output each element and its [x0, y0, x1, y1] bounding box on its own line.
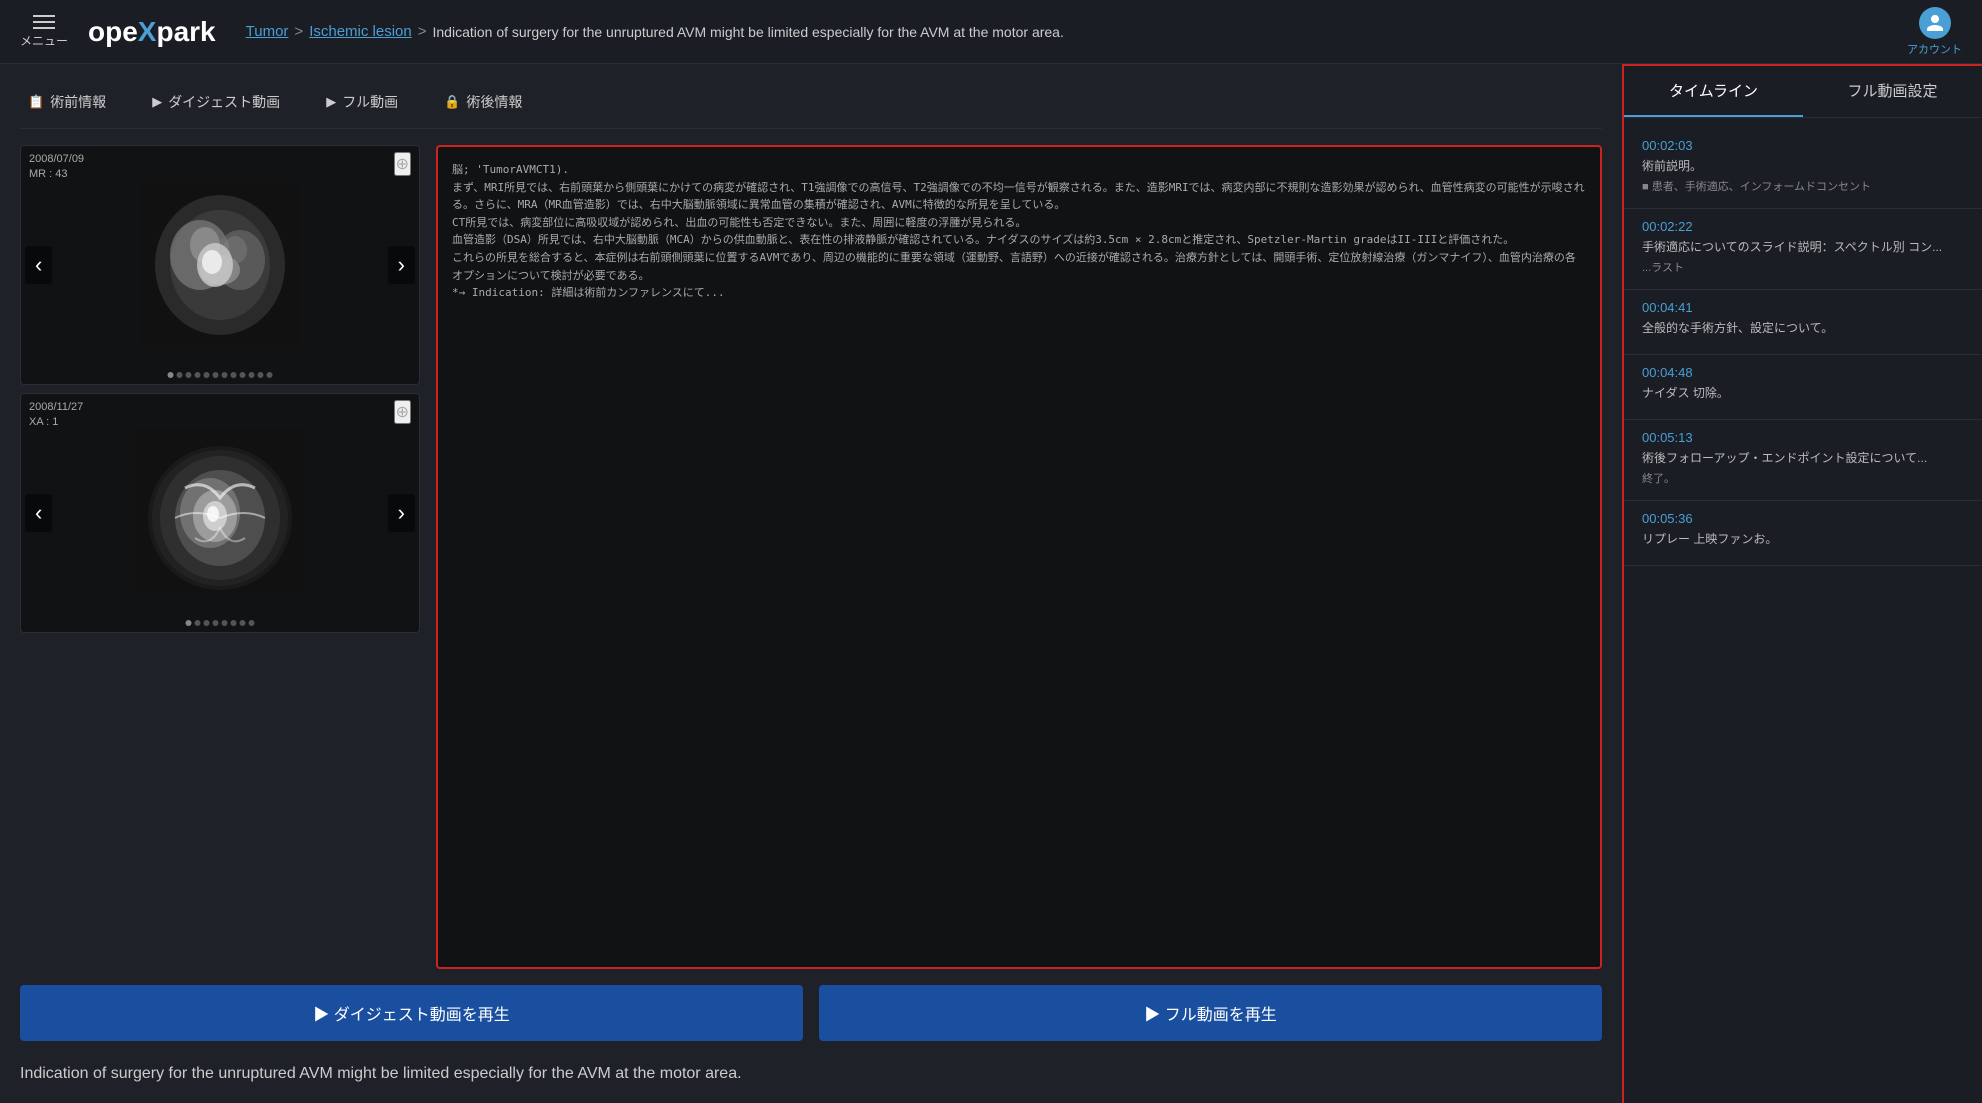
- breadcrumb-ischemic[interactable]: Ischemic lesion: [309, 23, 412, 40]
- breadcrumb-tumor[interactable]: Tumor: [246, 23, 289, 40]
- timeline-desc-4: 術後フォローアップ・エンドポイント設定について...: [1642, 449, 1964, 467]
- play-icon-full: ▶: [326, 94, 336, 110]
- prev-button-2[interactable]: ‹: [25, 494, 52, 532]
- timeline-sub-0: ■ 患者、手術適応、インフォームドコンセント: [1642, 178, 1964, 194]
- play-buttons: ▶ ダイジェスト動画を再生 ▶ フル動画を再生: [20, 985, 1602, 1041]
- image-dots-2: [186, 620, 255, 626]
- logo-park: park: [156, 16, 215, 47]
- tab-timeline[interactable]: タイムライン: [1624, 66, 1803, 117]
- account-button[interactable]: アカウント: [1907, 7, 1962, 57]
- sidebar-tabs: タイムライン フル動画設定: [1624, 66, 1982, 118]
- main-layout: 📋 術前情報 ▶ ダイジェスト動画 ▶ フル動画 🔒 術後情報: [0, 64, 1982, 1103]
- next-button-1[interactable]: ›: [388, 246, 415, 284]
- play-digest-button[interactable]: ▶ ダイジェスト動画を再生: [20, 985, 803, 1041]
- clipboard-icon: 📋: [28, 94, 44, 110]
- menu-button[interactable]: メニュー: [20, 15, 68, 49]
- timeline-list: 00:02:03 術前説明。 ■ 患者、手術適応、インフォームドコンセント 00…: [1624, 118, 1982, 1103]
- tab-postop[interactable]: 🔒 術後情報: [436, 88, 530, 116]
- timeline-desc-0: 術前説明。: [1642, 157, 1964, 175]
- timeline-item-5[interactable]: 00:05:36 リプレー 上映ファンお。: [1624, 501, 1982, 566]
- timeline-sub-1: ...ラスト: [1642, 259, 1964, 275]
- tab-preop[interactable]: 📋 術前情報: [20, 88, 114, 116]
- zoom-button-2[interactable]: ⊕: [394, 400, 411, 424]
- content-area: 📋 術前情報 ▶ ダイジェスト動画 ▶ フル動画 🔒 術後情報: [0, 64, 1622, 1103]
- tab-full-label: フル動画: [342, 92, 398, 112]
- sidebar-right: タイムライン フル動画設定 00:02:03 術前説明。 ■ 患者、手術適応、イ…: [1622, 64, 1982, 1103]
- timeline-desc-3: ナイダス 切除。: [1642, 384, 1964, 402]
- tab-video-settings[interactable]: フル動画設定: [1803, 66, 1982, 117]
- timeline-time-4: 00:05:13: [1642, 430, 1964, 445]
- play-full-button[interactable]: ▶ フル動画を再生: [819, 985, 1602, 1041]
- image-dots-1: [168, 372, 273, 378]
- timeline-time-1: 00:02:22: [1642, 219, 1964, 234]
- timeline-time-5: 00:05:36: [1642, 511, 1964, 526]
- hamburger-icon: [33, 15, 55, 29]
- tab-digest-label: ダイジェスト動画: [168, 92, 280, 112]
- image-panels: 2008/07/09 MR : 43 ⊕ ‹: [20, 145, 420, 969]
- tab-digest[interactable]: ▶ ダイジェスト動画: [144, 88, 288, 116]
- breadcrumb-description: Indication of surgery for the unruptured…: [433, 24, 1064, 40]
- timeline-item-2[interactable]: 00:04:41 全般的な手術方針、設定について。: [1624, 290, 1982, 355]
- description-text: Indication of surgery for the unruptured…: [20, 1061, 920, 1087]
- image-mr-1: MR : 43: [29, 167, 84, 182]
- menu-label: メニュー: [20, 32, 68, 49]
- play-icon-digest: ▶: [152, 94, 162, 110]
- timeline-item-1[interactable]: 00:02:22 手術適応についてのスライド説明：スペクトル別 コン... ..…: [1624, 209, 1982, 290]
- note-panel: 脳; 'TumorAVMCT1). まず、MRI所見では、右前頭葉から側頭葉にか…: [436, 145, 1602, 969]
- image-date-1: 2008/07/09: [29, 152, 84, 167]
- tab-full-video[interactable]: ▶ フル動画: [318, 88, 406, 116]
- note-text: 脳; 'TumorAVMCT1). まず、MRI所見では、右前頭葉から側頭葉にか…: [452, 161, 1586, 302]
- timeline-time-0: 00:02:03: [1642, 138, 1964, 153]
- timeline-time-3: 00:04:48: [1642, 365, 1964, 380]
- image-meta-1: 2008/07/09 MR : 43: [29, 152, 84, 183]
- logo: opeXpark: [88, 16, 216, 48]
- tab-postop-label: 術後情報: [466, 92, 522, 112]
- image-date-2: 2008/11/27: [29, 400, 83, 415]
- timeline-desc-5: リプレー 上映ファンお。: [1642, 530, 1964, 548]
- lock-icon: 🔒: [444, 94, 460, 110]
- image-panel-2: 2008/11/27 XA : 1 ⊕ ‹: [20, 393, 420, 633]
- logo-x: X: [138, 16, 157, 47]
- breadcrumb: Tumor > Ischemic lesion > Indication of …: [246, 23, 1064, 40]
- brain-scan-svg-2: [135, 428, 305, 598]
- timeline-desc-1: 手術適応についてのスライド説明：スペクトル別 コン...: [1642, 238, 1964, 256]
- logo-ope: ope: [88, 16, 138, 47]
- timeline-desc-2: 全般的な手術方針、設定について。: [1642, 319, 1964, 337]
- timeline-item-4[interactable]: 00:05:13 術後フォローアップ・エンドポイント設定について... 終了。: [1624, 420, 1982, 501]
- timeline-item-3[interactable]: 00:04:48 ナイダス 切除。: [1624, 355, 1982, 420]
- timeline-item-0[interactable]: 00:02:03 術前説明。 ■ 患者、手術適応、インフォームドコンセント: [1624, 128, 1982, 209]
- image-meta-2: 2008/11/27 XA : 1: [29, 400, 83, 431]
- panels-row: 2008/07/09 MR : 43 ⊕ ‹: [20, 145, 1602, 969]
- tab-preop-label: 術前情報: [50, 92, 106, 112]
- zoom-button-1[interactable]: ⊕: [394, 152, 411, 176]
- breadcrumb-sep1: >: [294, 23, 303, 40]
- image-mr-2: XA : 1: [29, 415, 83, 430]
- tabs-bar: 📋 術前情報 ▶ ダイジェスト動画 ▶ フル動画 🔒 術後情報: [20, 80, 1602, 129]
- next-button-2[interactable]: ›: [388, 494, 415, 532]
- brain-scan-svg-1: [140, 185, 300, 345]
- timeline-time-2: 00:04:41: [1642, 300, 1964, 315]
- header: メニュー opeXpark Tumor > Ischemic lesion > …: [0, 0, 1982, 64]
- avatar: [1919, 7, 1951, 39]
- image-panel-1: 2008/07/09 MR : 43 ⊕ ‹: [20, 145, 420, 385]
- breadcrumb-sep2: >: [418, 23, 427, 40]
- timeline-sub-4: 終了。: [1642, 470, 1964, 486]
- prev-button-1[interactable]: ‹: [25, 246, 52, 284]
- account-label: アカウント: [1907, 41, 1962, 57]
